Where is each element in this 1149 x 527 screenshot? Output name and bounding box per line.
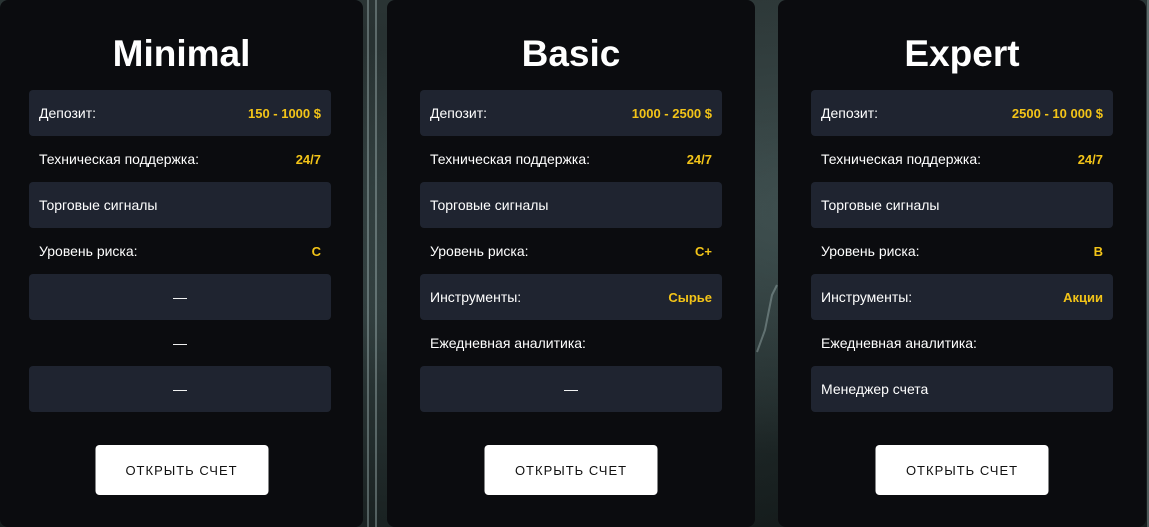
feature-label: Депозит: [39,105,97,121]
plan-features: Депозит: 2500 - 10 000 $ Техническая под… [811,90,1113,412]
feature-row-instruments: Инструменты: Сырье [420,274,722,320]
plan-features: Депозит: 150 - 1000 $ Техническая поддер… [29,90,331,412]
feature-row-deposit: Депозит: 1000 - 2500 $ [420,90,722,136]
feature-row-signals: Торговые сигналы [29,182,331,228]
feature-label: Инструменты: [430,289,522,305]
feature-row-signals: Торговые сигналы [420,182,722,228]
feature-row-risk: Уровень риска: C+ [420,228,722,274]
feature-row-empty: — [29,320,331,366]
feature-row-signals: Торговые сигналы [811,182,1113,228]
feature-label: — [564,381,578,397]
feature-row-empty: — [420,366,722,412]
feature-value: 150 - 1000 $ [247,105,321,121]
feature-label: Уровень риска: [430,243,529,259]
plan-title: Expert [904,33,1020,74]
feature-label: Торговые сигналы [39,197,158,213]
feature-row-support: Техническая поддержка: 24/7 [811,136,1113,182]
feature-label: Торговые сигналы [430,197,549,213]
plan-title: Basic [521,33,621,74]
feature-row-deposit: Депозит: 2500 - 10 000 $ [811,90,1113,136]
feature-value: C [311,243,321,259]
feature-value: C+ [695,243,712,259]
feature-row-instruments: Инструменты: Акции [811,274,1113,320]
plan-card-expert: Expert Депозит: 2500 - 10 000 $ Техничес… [778,0,1146,527]
feature-label: Техническая поддержка: [821,151,982,167]
open-account-button[interactable]: ОТКРЫТЬ СЧЕТ [484,445,658,495]
feature-row-deposit: Депозит: 150 - 1000 $ [29,90,331,136]
feature-label: Менеджер счета [821,381,929,397]
feature-label: Ежедневная аналитика: [821,335,977,351]
feature-label: Техническая поддержка: [39,151,200,167]
plan-title: Minimal [112,33,251,74]
feature-row-empty: — [29,366,331,412]
feature-label: Инструменты: [821,289,913,305]
feature-row-risk: Уровень риска: C [29,228,331,274]
feature-label: — [173,381,187,397]
feature-row-empty: — [29,274,331,320]
feature-label: Уровень риска: [39,243,138,259]
open-account-button[interactable]: ОТКРЫТЬ СЧЕТ [875,445,1049,495]
feature-label: Уровень риска: [821,243,920,259]
plan-card-basic: Basic Депозит: 1000 - 2500 $ Техническая… [387,0,755,527]
feature-value: Сырье [668,289,712,305]
feature-row-support: Техническая поддержка: 24/7 [29,136,331,182]
feature-label: — [173,289,187,305]
feature-row-analytics: Ежедневная аналитика: [811,320,1113,366]
feature-label: Депозит: [821,105,879,121]
feature-row-analytics: Ежедневная аналитика: [420,320,722,366]
feature-value: 2500 - 10 000 $ [1011,105,1103,121]
feature-label: — [173,335,187,351]
plan-features: Депозит: 1000 - 2500 $ Техническая подде… [420,90,722,412]
feature-label: Техническая поддержка: [430,151,591,167]
feature-row-support: Техническая поддержка: 24/7 [420,136,722,182]
feature-label: Ежедневная аналитика: [430,335,586,351]
feature-row-risk: Уровень риска: B [811,228,1113,274]
feature-value: B [1093,243,1103,259]
plan-card-minimal: Minimal Депозит: 150 - 1000 $ Техническа… [0,0,363,527]
feature-row-manager: Менеджер счета [811,366,1113,412]
feature-value: 1000 - 2500 $ [631,105,712,121]
open-account-button[interactable]: ОТКРЫТЬ СЧЕТ [95,445,268,495]
feature-label: Торговые сигналы [821,197,940,213]
feature-value: Акции [1063,289,1103,305]
feature-value: 24/7 [1077,151,1103,167]
feature-label: Депозит: [430,105,488,121]
feature-value: 24/7 [295,151,321,167]
feature-value: 24/7 [686,151,712,167]
